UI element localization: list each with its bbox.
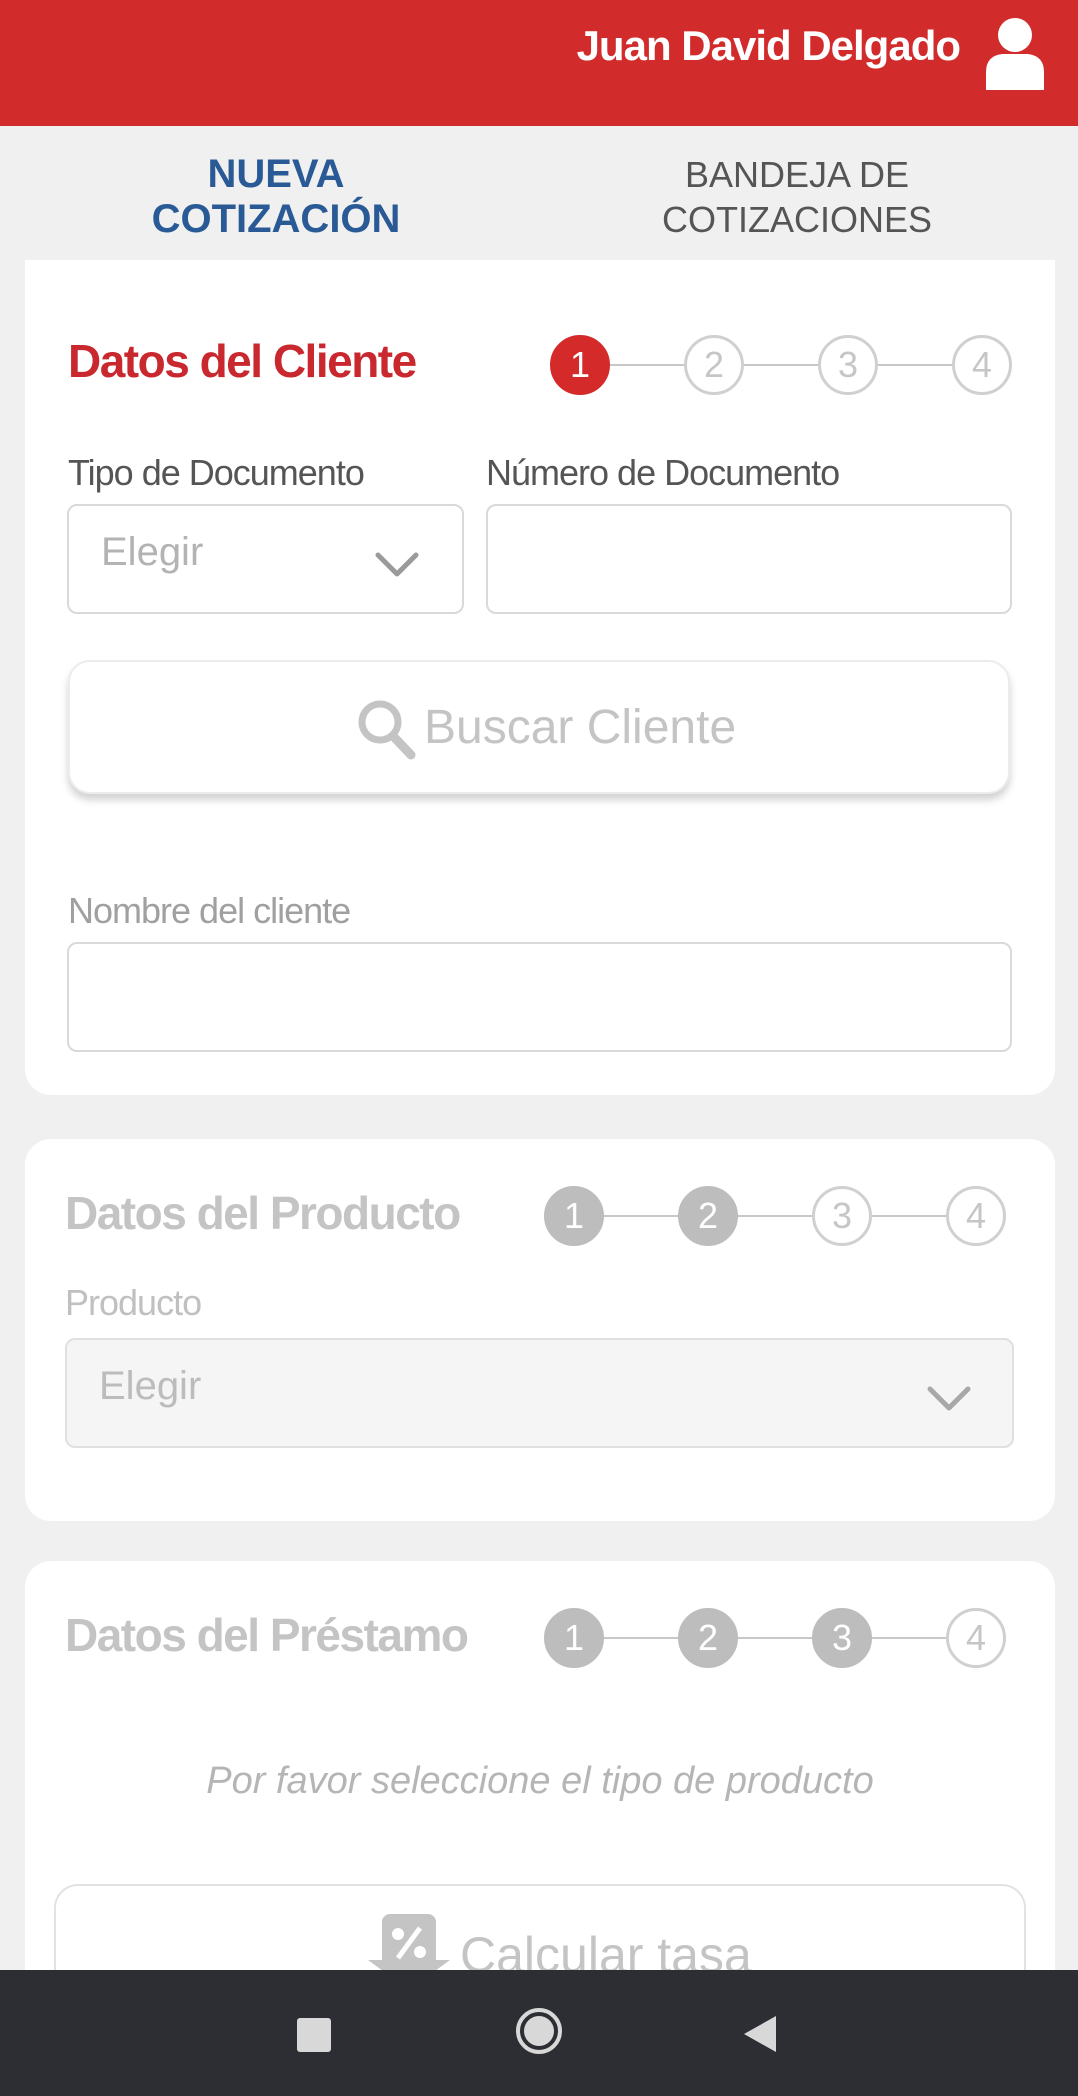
search-client-button[interactable]: Buscar Cliente (68, 660, 1010, 794)
loan-section-title: Datos del Préstamo (65, 1609, 469, 1661)
system-nav-bar (0, 1970, 1078, 2096)
step-2: 2 (678, 1608, 738, 1668)
client-stepper: 1 2 3 4 (550, 333, 1020, 397)
app-header: Juan David Delgado (0, 0, 1078, 126)
user-name: Juan David Delgado (576, 22, 961, 69)
step-4: 4 (946, 1186, 1006, 1246)
product-section-title: Datos del Producto (65, 1187, 461, 1239)
doc-type-label: Tipo de Documento (68, 452, 365, 493)
search-client-label: Buscar Cliente (424, 701, 737, 754)
step-3: 3 (812, 1608, 872, 1668)
tab-nueva-cotizacion[interactable]: NUEVA COTIZACIÓN (63, 152, 489, 242)
search-icon (358, 700, 416, 760)
client-section-title: Datos del Cliente (68, 335, 417, 387)
back-icon[interactable] (742, 2014, 778, 2054)
stepper-line (574, 1215, 984, 1217)
recent-apps-icon[interactable] (297, 2018, 331, 2052)
product-stepper: 1 2 3 4 (544, 1184, 1014, 1248)
doc-number-label: Número de Documento (486, 452, 840, 493)
step-4: 4 (952, 335, 1012, 395)
client-name-input[interactable] (67, 942, 1012, 1052)
home-icon[interactable] (514, 2006, 564, 2056)
step-3: 3 (818, 335, 878, 395)
user-icon[interactable] (984, 16, 1046, 90)
doc-type-value: Elegir (101, 530, 204, 574)
chevron-down-icon (375, 552, 419, 577)
client-name-label: Nombre del cliente (68, 890, 351, 931)
doc-type-select[interactable]: Elegir (67, 504, 464, 614)
stepper-line (574, 1637, 984, 1639)
step-4: 4 (946, 1608, 1006, 1668)
loan-stepper: 1 2 3 4 (544, 1606, 1014, 1670)
step-2: 2 (678, 1186, 738, 1246)
stepper-line (580, 364, 990, 366)
product-select[interactable]: Elegir (65, 1338, 1014, 1448)
doc-number-input[interactable] (486, 504, 1012, 614)
step-1: 1 (544, 1608, 604, 1668)
tab-bandeja-cotizaciones[interactable]: BANDEJA DE COTIZACIONES (600, 152, 994, 242)
chevron-down-icon (927, 1386, 971, 1411)
select-product-hint: Por favor seleccione el tipo de producto (206, 1760, 874, 1802)
tab-bar: NUEVA COTIZACIÓN BANDEJA DE COTIZACIONES (0, 126, 1078, 276)
step-3: 3 (812, 1186, 872, 1246)
product-value: Elegir (99, 1364, 202, 1408)
step-2: 2 (684, 335, 744, 395)
product-label: Producto (65, 1282, 202, 1323)
step-1: 1 (550, 335, 610, 395)
step-1: 1 (544, 1186, 604, 1246)
